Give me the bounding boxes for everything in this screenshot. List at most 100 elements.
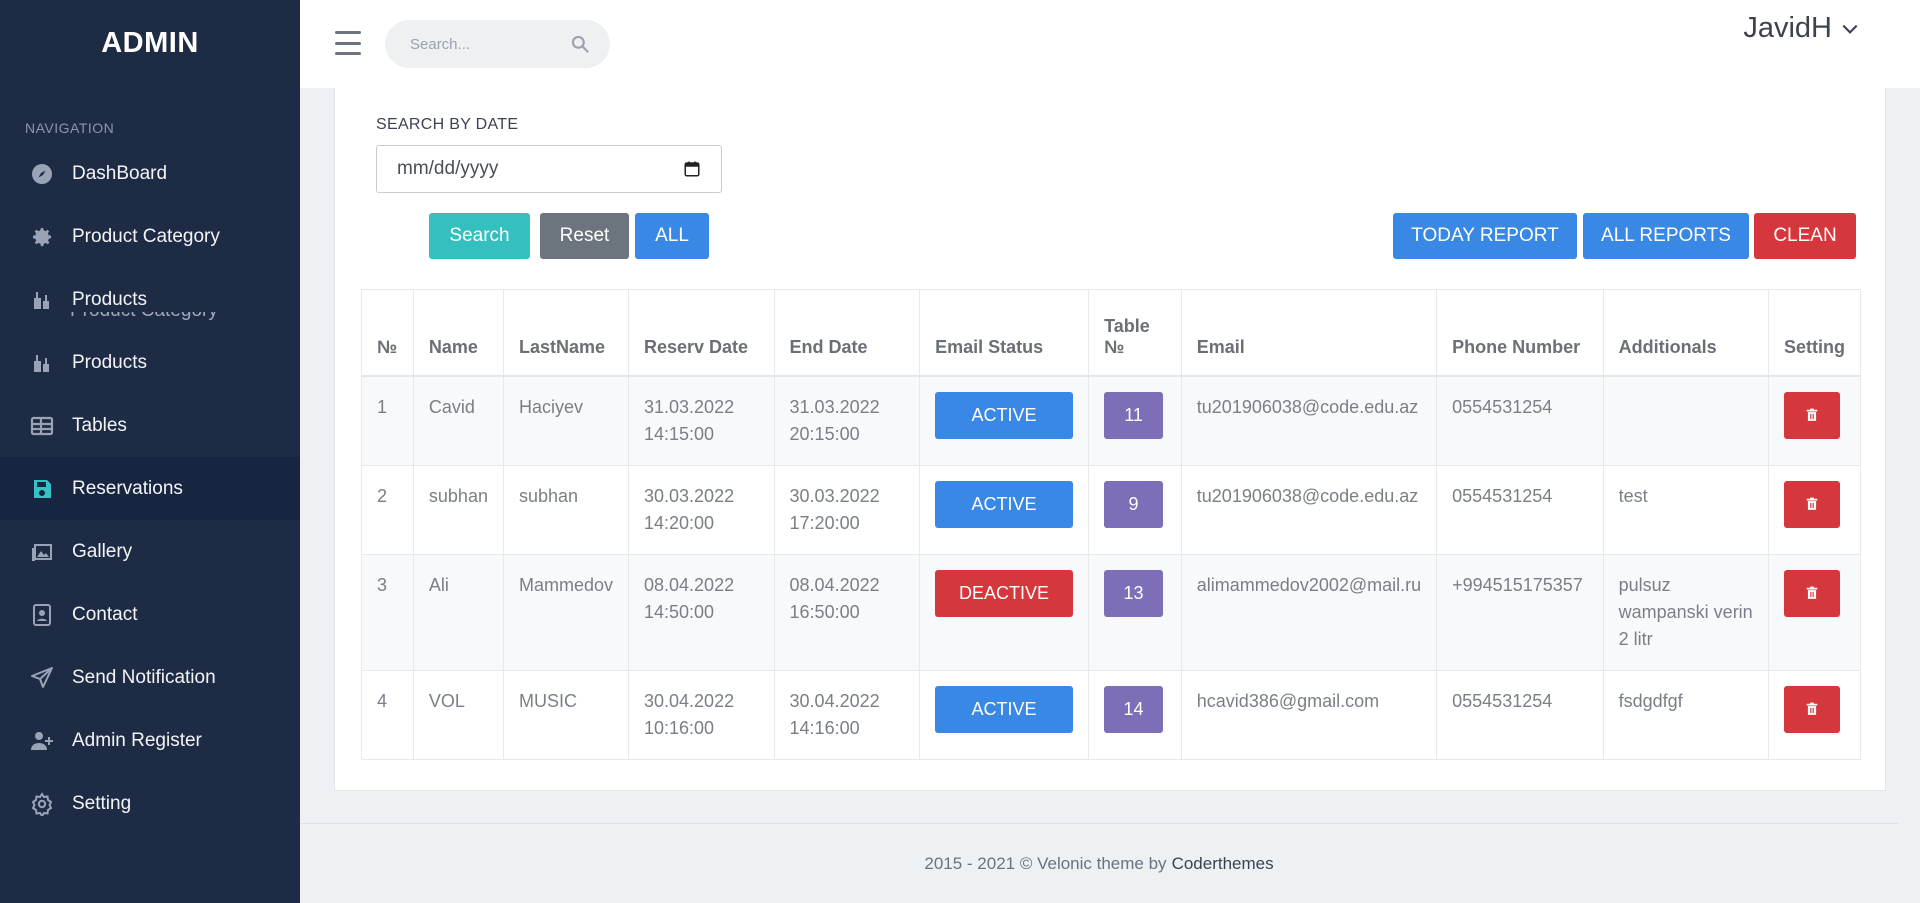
phone-number: 0554531254 xyxy=(1436,464,1604,555)
first-name: VOL xyxy=(412,669,504,760)
table-number-cell: 9 xyxy=(1088,464,1182,555)
date-field[interactable]: mm/dd/yyyy xyxy=(376,145,722,193)
search-box[interactable] xyxy=(385,20,610,68)
sidebar-item-product-category[interactable]: Product Category xyxy=(0,205,300,268)
search-button[interactable]: Search xyxy=(429,213,530,259)
row-number: 4 xyxy=(361,669,414,760)
email-status-button[interactable]: ACTIVE xyxy=(935,480,1074,528)
table-row: 1 Cavid Haciyev 31.03.2022 14:15:00 31.03.202… xyxy=(361,375,1862,466)
end-date: 08.04.2022 xyxy=(789,574,880,595)
all-button[interactable]: ALL xyxy=(635,213,709,259)
email: tu201906038@code.edu.az xyxy=(1180,375,1438,466)
sidebar-item-label: Setting xyxy=(72,792,132,814)
delete-button[interactable] xyxy=(1783,569,1840,617)
sidebar: ADMIN NAVIGATION DashBoard Product Catego… xyxy=(0,0,300,903)
sidebar-item-tables[interactable]: Tables xyxy=(0,394,300,457)
email-status-cell: ACTIVE xyxy=(919,375,1090,466)
hamburger-menu-icon[interactable] xyxy=(335,31,361,55)
setting-cell xyxy=(1767,375,1862,466)
end-time: 20:15:00 xyxy=(789,423,860,444)
reserv-date-cell: 30.03.2022 14:20:00 xyxy=(628,464,775,555)
sidebar-item-products[interactable]: Products xyxy=(0,331,300,394)
date-placeholder: mm/dd/yyyy xyxy=(397,158,499,179)
row-number: 1 xyxy=(361,375,414,466)
table-body: 1 Cavid Haciyev 31.03.2022 14:15:00 31.03.202… xyxy=(361,375,1862,760)
end-date: 30.03.2022 xyxy=(789,485,880,506)
gear-icon xyxy=(29,224,55,250)
footer-text: 2015 - 2021 © Velonic theme by xyxy=(924,853,1167,873)
column-header: Email xyxy=(1180,289,1438,377)
sidebar-item-label: Products xyxy=(72,351,147,373)
trash-icon xyxy=(1806,497,1818,510)
sidebar-item-label: Admin Register xyxy=(72,729,202,751)
sidebar-item-admin-register[interactable]: Admin Register xyxy=(0,709,300,772)
scrollbar[interactable] xyxy=(1898,88,1920,903)
email-status-cell: ACTIVE xyxy=(919,669,1090,760)
sidebar-item-reservations[interactable]: Reservations xyxy=(0,457,300,520)
footer-link[interactable]: Coderthemes xyxy=(1172,854,1274,874)
setting-cell xyxy=(1767,464,1862,555)
last-name: MUSIC xyxy=(502,669,630,760)
table-number-cell: 13 xyxy=(1088,553,1182,671)
sidebar-item-label: Send Notification xyxy=(72,666,216,688)
sidebar-item-setting[interactable]: Setting xyxy=(0,772,300,835)
footer: 2015 - 2021 © Velonic theme by Coderthem… xyxy=(300,823,1898,903)
reserv-date: 30.03.2022 xyxy=(644,485,735,506)
end-date-cell: 08.04.2022 16:50:00 xyxy=(773,553,921,671)
email-status-button[interactable]: ACTIVE xyxy=(935,685,1074,733)
end-time: 16:50:00 xyxy=(789,601,860,622)
all-reports-button[interactable]: ALL REPORTS xyxy=(1583,213,1749,259)
calendar-icon[interactable] xyxy=(683,160,701,178)
email: alimammedov2002@mail.ru xyxy=(1180,553,1438,671)
end-time: 17:20:00 xyxy=(789,512,860,533)
sidebar-item-products[interactable]: Products xyxy=(0,268,300,331)
row-number: 2 xyxy=(361,464,414,555)
table-number-cell: 11 xyxy=(1088,375,1182,466)
search-icon[interactable] xyxy=(570,34,590,54)
today-report-button[interactable]: TODAY REPORT xyxy=(1393,213,1577,259)
clean-button[interactable]: CLEAN xyxy=(1754,213,1856,259)
setting-cell xyxy=(1767,669,1862,760)
sidebar-item-gallery[interactable]: Gallery xyxy=(0,520,300,583)
image-icon xyxy=(29,539,55,565)
user-menu[interactable]: JavidH xyxy=(1743,12,1860,45)
reserv-date: 30.04.2022 xyxy=(644,690,735,711)
sidebar-item-contact[interactable]: Contact xyxy=(0,583,300,646)
email-status-cell: ACTIVE xyxy=(919,464,1090,555)
delete-button[interactable] xyxy=(1783,685,1840,733)
column-header: Setting xyxy=(1767,289,1862,377)
search-input[interactable] xyxy=(410,35,560,53)
sidebar-item-dashboard[interactable]: DashBoard xyxy=(0,142,300,205)
table-number-badge: 13 xyxy=(1104,569,1164,617)
table-header-row: № Name LastName Reserv Date End Date Email St… xyxy=(361,289,1862,377)
table-row: 2 subhan subhan 30.03.2022 14:20:00 30.03.202… xyxy=(361,464,1862,555)
column-header: № xyxy=(361,289,414,377)
compass-icon xyxy=(29,161,55,187)
sidebar-item-label: Tables xyxy=(72,414,127,436)
last-name: Haciyev xyxy=(502,375,630,466)
reserv-time: 14:50:00 xyxy=(644,601,715,622)
reset-button[interactable]: Reset xyxy=(540,213,629,259)
additionals: pulsuz wampanski verin 2 litr xyxy=(1602,553,1769,671)
trash-icon xyxy=(1806,702,1818,715)
delete-button[interactable] xyxy=(1783,391,1840,439)
reserv-time: 14:20:00 xyxy=(644,512,715,533)
trash-icon xyxy=(1806,586,1818,599)
additionals: fsdgdfgf xyxy=(1602,669,1769,760)
sidebar-item-label: Product Category xyxy=(72,225,220,247)
reserv-date-cell: 08.04.2022 14:50:00 xyxy=(628,553,775,671)
row-number: 3 xyxy=(361,553,414,671)
email-status-button[interactable]: DEACTIVE xyxy=(935,569,1074,617)
contact-icon xyxy=(29,602,55,628)
reserv-time: 10:16:00 xyxy=(644,717,715,738)
user-name: JavidH xyxy=(1743,12,1832,44)
sidebar-item-label: DashBoard xyxy=(72,162,168,184)
email-status-button[interactable]: ACTIVE xyxy=(935,391,1074,439)
first-name: Ali xyxy=(412,553,504,671)
brand-logo[interactable]: ADMIN xyxy=(0,0,300,86)
sidebar-item-send-notification[interactable]: Send Notification xyxy=(0,646,300,709)
email: tu201906038@code.edu.az xyxy=(1180,464,1438,555)
delete-button[interactable] xyxy=(1783,480,1840,528)
last-name: subhan xyxy=(502,464,630,555)
last-name: Mammedov xyxy=(502,553,630,671)
